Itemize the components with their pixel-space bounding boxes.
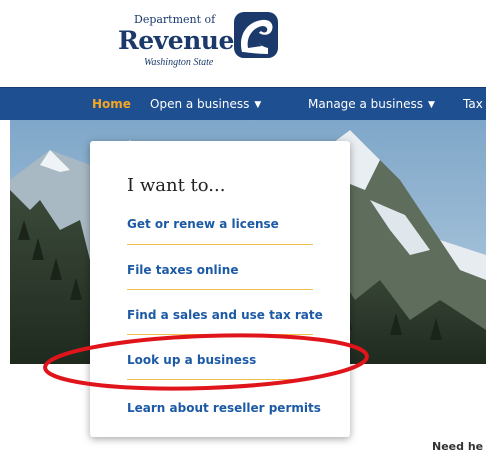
nav-tax-label: Tax bbox=[463, 97, 483, 111]
need-help-text: Need he bbox=[432, 440, 484, 453]
main-nav-bar: Home Open a business ▼ Manage a business ▼… bbox=[0, 87, 486, 120]
divider bbox=[127, 379, 313, 380]
divider bbox=[127, 244, 313, 245]
logo-revenue-text: Revenue bbox=[118, 26, 234, 55]
dor-logo[interactable]: Department of Revenue Washington State bbox=[118, 8, 298, 70]
nav-tax[interactable]: Tax bbox=[463, 88, 483, 120]
link-look-up-a-business[interactable]: Look up a business bbox=[127, 353, 357, 367]
nav-manage-a-business[interactable]: Manage a business ▼ bbox=[308, 88, 435, 120]
link-file-taxes-online[interactable]: File taxes online bbox=[127, 263, 357, 277]
divider bbox=[127, 289, 313, 290]
link-find-sales-use-tax-rate[interactable]: Find a sales and use tax rate bbox=[127, 308, 357, 322]
i-want-to-dropdown: I want to... Get or renew a license File… bbox=[90, 141, 350, 437]
dor-emblem-icon bbox=[234, 12, 278, 58]
nav-home-label: Home bbox=[92, 97, 131, 111]
nav-manage-a-business-label: Manage a business bbox=[308, 97, 423, 111]
divider bbox=[127, 334, 313, 335]
logo-department-text: Department of bbox=[134, 13, 216, 26]
caret-down-icon: ▼ bbox=[254, 100, 262, 110]
logo-state-text: Washington State bbox=[144, 57, 214, 68]
link-learn-about-reseller-permits[interactable]: Learn about reseller permits bbox=[127, 401, 357, 415]
nav-home[interactable]: Home bbox=[92, 88, 131, 120]
dropdown-heading: I want to... bbox=[127, 175, 226, 196]
caret-down-icon: ▼ bbox=[427, 100, 435, 110]
link-get-or-renew-license[interactable]: Get or renew a license bbox=[127, 217, 357, 231]
nav-open-a-business-label: Open a business bbox=[150, 97, 250, 111]
nav-open-a-business[interactable]: Open a business ▼ bbox=[150, 88, 261, 120]
